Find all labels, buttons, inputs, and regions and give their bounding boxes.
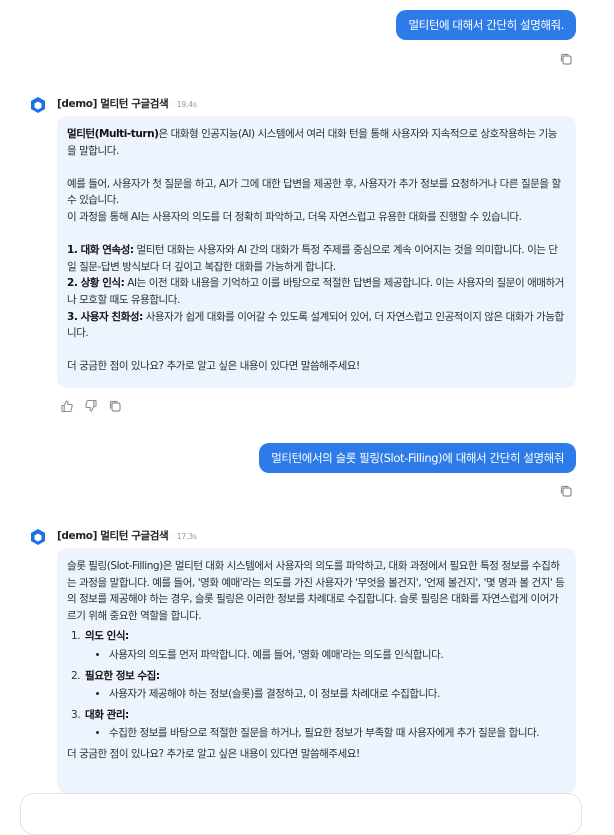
list-item: 대화 관리: 수집한 정보를 바탕으로 적절한 질문을 하거나, 필요한 정보가… (83, 707, 566, 742)
closing-text: 더 궁금한 점이 있나요? 추가로 알고 싶은 내용이 있다면 말씀해주세요! (67, 747, 360, 760)
list-item-title: 1. 대화 연속성: (67, 244, 134, 257)
list-item-title: 필요한 정보 수집: (85, 669, 160, 682)
list-item: 1. 대화 연속성: 멀티턴 대화는 사용자와 AI 간의 대화가 특정 주제를… (67, 242, 566, 275)
bot-name: [demo] 멀티턴 구글검색 · 17.3s (57, 528, 197, 543)
chat-input[interactable] (20, 793, 582, 835)
list-item-text: AI는 이전 대화 내용을 기억하고 이를 바탕으로 적절한 답변을 제공합니다… (67, 277, 564, 306)
copy-icon[interactable] (559, 483, 573, 497)
thumbs-up-icon[interactable] (60, 398, 74, 413)
paragraph: 이 과정을 통해 AI는 사용자의 의도를 더 정확히 파악하고, 더욱 자연스… (67, 210, 522, 223)
paragraph: 슬롯 필링(Slot-Filling)은 멀티턴 대화 시스템에서 사용자의 의… (67, 560, 565, 622)
bot-name-text: [demo] 멀티턴 구글검색 (57, 98, 169, 110)
list-item-title: 3. 사용자 친화성: (67, 310, 143, 323)
paragraph: 예를 들어, 사용자가 첫 질문을 하고, AI가 그에 대한 답변을 제공한 … (67, 177, 561, 207)
bot-logo-icon (29, 96, 47, 114)
bot-message-bubble: 슬롯 필링(Slot-Filling)은 멀티턴 대화 시스템에서 사용자의 의… (57, 548, 576, 793)
message-actions (60, 398, 122, 413)
bot-logo-icon (29, 528, 47, 546)
list-item-text: 멀티턴 대화는 사용자와 AI 간의 대화가 특정 주제를 중심으로 계속 이어… (67, 244, 558, 273)
thumbs-down-icon[interactable] (84, 398, 98, 412)
list-item: 필요한 정보 수집: 사용자가 제공해야 하는 정보(슬롯)를 결정하고, 이 … (83, 668, 566, 703)
user-message-text: 멀티턴에서의 슬롯 필링(Slot-Filling)에 대해서 간단히 설명해줘 (271, 451, 564, 465)
bullet-item: 사용자의 의도를 먼저 파악합니다. 예를 들어, '영화 예매'라는 의도를 … (109, 647, 566, 664)
closing-text: 더 궁금한 점이 있나요? 추가로 알고 싶은 내용이 있다면 말씀해주세요! (67, 360, 360, 373)
bot-name: [demo] 멀티턴 구글검색 · 19.4s (57, 96, 197, 111)
user-message-bubble: 멀티턴에 대해서 간단히 설명해줘. (396, 10, 576, 40)
list-item-title: 의도 인식: (85, 630, 129, 643)
list-item: 의도 인식: 사용자의 의도를 먼저 파악합니다. 예를 들어, '영화 예매'… (83, 628, 566, 663)
copy-icon[interactable] (108, 398, 122, 412)
numbered-list: 의도 인식: 사용자의 의도를 먼저 파악합니다. 예를 들어, '영화 예매'… (67, 628, 566, 742)
list-item: 2. 상황 인식: AI는 이전 대화 내용을 기억하고 이를 바탕으로 적절한… (67, 275, 566, 308)
copy-icon[interactable] (559, 51, 573, 65)
term-bold: 멀티턴(Multi-turn) (67, 128, 159, 140)
bot-message-bubble: 멀티턴(Multi-turn)은 대화형 인공지능(AI) 시스템에서 여러 대… (57, 116, 576, 388)
bullet-item: 수집한 정보를 바탕으로 적절한 질문을 하거나, 필요한 정보가 부족할 때 … (109, 725, 566, 742)
list-item-title: 2. 상황 인식: (67, 277, 125, 290)
bot-name-text: [demo] 멀티턴 구글검색 (57, 530, 169, 542)
list-item: 3. 사용자 친화성: 사용자가 쉽게 대화를 이어갈 수 있도록 설계되어 있… (67, 309, 566, 342)
list-item-title: 대화 관리: (85, 708, 129, 721)
response-time: · 17.3s (172, 532, 197, 541)
user-message-bubble: 멀티턴에서의 슬롯 필링(Slot-Filling)에 대해서 간단히 설명해줘 (259, 443, 576, 473)
paragraph: 멀티턴(Multi-turn)은 대화형 인공지능(AI) 시스템에서 여러 대… (67, 126, 566, 159)
response-time: · 19.4s (172, 100, 197, 109)
user-message-text: 멀티턴에 대해서 간단히 설명해줘. (408, 18, 564, 32)
bullet-item: 사용자가 제공해야 하는 정보(슬롯)를 결정하고, 이 정보를 차례대로 수집… (109, 686, 566, 703)
